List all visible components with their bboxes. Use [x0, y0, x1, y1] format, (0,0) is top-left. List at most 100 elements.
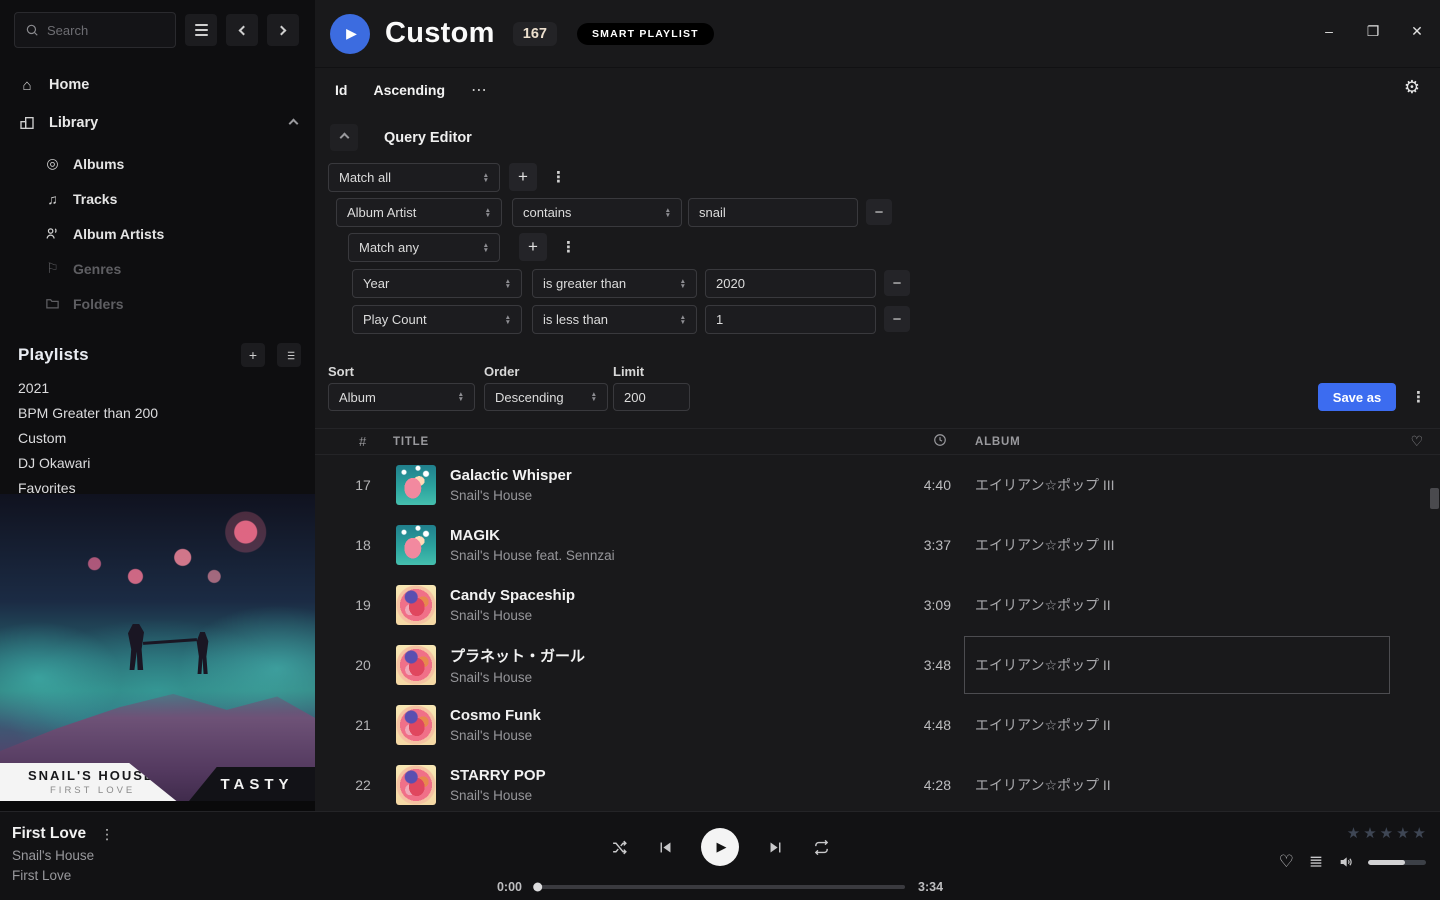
select-caret-icon: [505, 315, 511, 325]
sidebar-item-albums[interactable]: ◎ Albums: [0, 146, 315, 181]
add-playlist-button[interactable]: +: [241, 343, 265, 367]
repeat-icon: [813, 839, 830, 856]
repeat-button[interactable]: [811, 837, 831, 857]
volume-slider[interactable]: [1368, 860, 1426, 865]
playlist-item[interactable]: 2021: [0, 375, 315, 400]
add-rule-button[interactable]: +: [519, 233, 547, 261]
now-playing-artist: Snail's House: [12, 848, 114, 863]
album-column-header[interactable]: ALBUM: [975, 436, 1384, 448]
track-title: プラネット・ガール: [450, 645, 885, 666]
track-title: STARRY POP: [450, 767, 885, 784]
title-column-header[interactable]: TITLE: [387, 436, 885, 448]
playlist-list-button[interactable]: [277, 343, 301, 367]
sidebar-genres-label: Genres: [73, 261, 121, 277]
group-menu-button[interactable]: ⋮: [561, 238, 576, 256]
save-as-button[interactable]: Save as: [1318, 383, 1396, 411]
add-rule-button[interactable]: +: [509, 163, 537, 191]
table-row[interactable]: 17 Galactic Whisper Snail's House 4:40 エ…: [315, 455, 1440, 515]
sidebar-item-folders[interactable]: Folders: [0, 286, 315, 321]
table-row[interactable]: 19 Candy Spaceship Snail's House 3:09 エイ…: [315, 575, 1440, 635]
rule2-value-input[interactable]: [716, 276, 865, 291]
sidebar-item-genres[interactable]: ⚐ Genres: [0, 251, 315, 286]
rule1-field-select[interactable]: Album Artist: [336, 198, 502, 227]
limit-input[interactable]: [624, 390, 679, 405]
play-playlist-button[interactable]: ▶: [330, 14, 370, 54]
now-playing-menu-button[interactable]: ⋮: [100, 826, 114, 843]
playlist-item[interactable]: BPM Greater than 200: [0, 400, 315, 425]
rule1-value-input[interactable]: [699, 205, 847, 220]
duration-column-header[interactable]: [885, 433, 951, 450]
clock-icon: [933, 433, 947, 447]
rule3-field-select[interactable]: Play Count: [352, 305, 522, 334]
select-caret-icon: [680, 279, 686, 289]
remove-rule-button[interactable]: −: [866, 199, 892, 225]
gear-icon[interactable]: ⚙: [1404, 77, 1420, 98]
sidebar-item-tracks[interactable]: ♫ Tracks: [0, 181, 315, 216]
search-input[interactable]: [47, 23, 165, 38]
playlists-title: Playlists: [18, 345, 89, 365]
sort-value: Album: [339, 390, 452, 405]
sort-field-button[interactable]: Id: [335, 82, 347, 98]
back-button[interactable]: [226, 14, 258, 46]
star-icon[interactable]: ★: [1347, 824, 1360, 842]
play-pause-button[interactable]: ▶: [701, 828, 739, 866]
sidebar-item-library[interactable]: Library: [0, 104, 315, 142]
rule3-value-input[interactable]: [716, 312, 865, 327]
order-select[interactable]: Descending: [484, 383, 608, 411]
track-art-thumbnail: [396, 525, 436, 565]
table-row[interactable]: 21 Cosmo Funk Snail's House 4:48 エイリアン☆ポ…: [315, 695, 1440, 755]
minimize-button[interactable]: –: [1318, 20, 1340, 42]
track-number: 21: [339, 717, 387, 733]
maximize-button[interactable]: ❐: [1362, 20, 1384, 42]
sidebar-item-album-artists[interactable]: Album Artists: [0, 216, 315, 251]
star-icon[interactable]: ★: [1363, 824, 1376, 842]
rule1-operator-select[interactable]: contains: [512, 198, 682, 227]
previous-button[interactable]: [655, 837, 675, 857]
table-row[interactable]: 22 STARRY POP Snail's House 4:28 エイリアン☆ポ…: [315, 755, 1440, 811]
favorite-button[interactable]: ♡: [1279, 852, 1294, 872]
menu-button[interactable]: [185, 14, 217, 46]
more-options-button[interactable]: ⋯: [471, 80, 488, 100]
table-row[interactable]: 18 MAGIK Snail's House feat. Sennzai 3:3…: [315, 515, 1440, 575]
index-column-header[interactable]: #: [339, 434, 387, 449]
remove-rule-button[interactable]: −: [884, 306, 910, 332]
chevron-left-icon: [239, 25, 249, 35]
playback-controls: ▶: [609, 828, 831, 866]
playlist-item[interactable]: Custom: [0, 425, 315, 450]
sidebar-item-home[interactable]: ⌂ Home: [0, 66, 315, 104]
match-all-select[interactable]: Match all: [328, 163, 500, 192]
group-menu-button[interactable]: ⋮: [551, 168, 566, 186]
shuffle-button[interactable]: [609, 837, 629, 857]
scrollbar-thumb[interactable]: [1430, 488, 1439, 509]
table-row[interactable]: 20 プラネット・ガール Snail's House 3:48 エイリアン☆ポッ…: [315, 635, 1440, 695]
sort-select[interactable]: Album: [328, 383, 475, 411]
remove-rule-button[interactable]: −: [884, 270, 910, 296]
match-any-select[interactable]: Match any: [348, 233, 500, 262]
query-editor-collapse-button[interactable]: [330, 124, 358, 151]
search-box[interactable]: [14, 12, 176, 48]
query-menu-button[interactable]: ⋮: [1411, 388, 1426, 406]
previous-icon: [657, 839, 674, 856]
queue-button[interactable]: [1308, 854, 1324, 870]
chevron-up-icon[interactable]: [289, 118, 299, 128]
library-icon: [18, 115, 36, 131]
close-button[interactable]: ✕: [1406, 20, 1428, 42]
window-controls: – ❐ ✕: [1318, 20, 1428, 42]
star-icon[interactable]: ★: [1380, 824, 1393, 842]
forward-button[interactable]: [267, 14, 299, 46]
rule2-operator-value: is greater than: [543, 276, 674, 291]
track-artist: Snail's House feat. Sennzai: [450, 548, 885, 563]
rule2-field-select[interactable]: Year: [352, 269, 522, 298]
rule3-operator-select[interactable]: is less than: [532, 305, 697, 334]
seek-bar-thumb[interactable]: [533, 883, 542, 892]
next-button[interactable]: [765, 837, 785, 857]
playlist-item[interactable]: DJ Okawari: [0, 450, 315, 475]
volume-button[interactable]: [1338, 854, 1354, 870]
star-icon[interactable]: ★: [1396, 824, 1409, 842]
favorite-column-header[interactable]: ♡: [1384, 433, 1424, 450]
rule2-operator-select[interactable]: is greater than: [532, 269, 697, 298]
sort-direction-button[interactable]: Ascending: [373, 82, 445, 98]
star-icon[interactable]: ★: [1413, 824, 1426, 842]
sidebar-topbar: [0, 0, 315, 58]
seek-bar[interactable]: [535, 885, 905, 889]
